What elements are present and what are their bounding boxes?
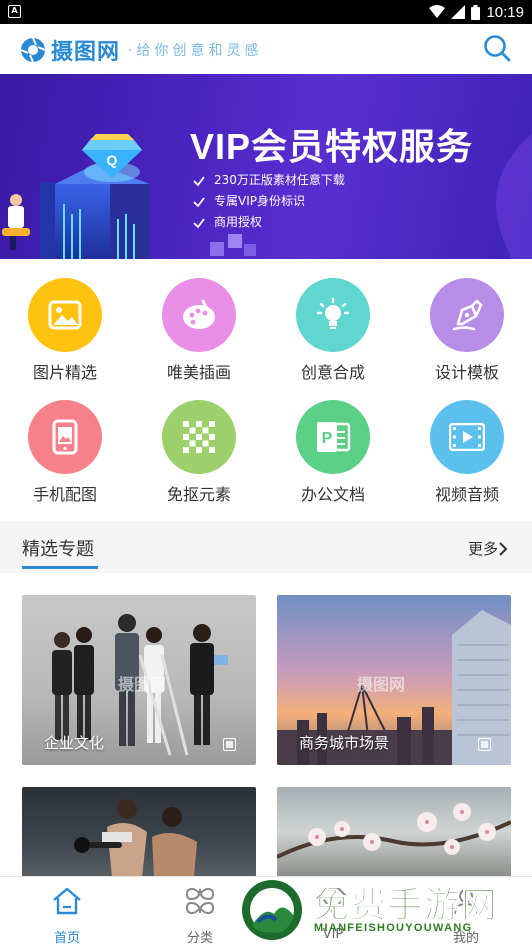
vip-banner[interactable]: Q VIP会员特权服务 230万正版素材任意下载 专属VIP身份标识 商用授权 (0, 74, 532, 259)
banner-cubes (210, 234, 256, 256)
status-bar: A 10:19 (0, 0, 532, 24)
blossom-photo (277, 803, 511, 859)
nav-label: 首页 (53, 931, 80, 946)
category-circle (162, 278, 236, 352)
topic-card-fitness[interactable] (22, 787, 256, 877)
banner-feature-text: 专属VIP身份标识 (214, 194, 305, 208)
category-item-media[interactable]: 视频音频 (402, 392, 532, 512)
gallery-icon (223, 738, 236, 751)
nav-category[interactable]: 分类 (160, 883, 240, 946)
category-label: 视频音频 (434, 485, 499, 504)
watermark-subtitle: MIANFEISHOUYOUWANG (314, 922, 473, 934)
phone-icon (52, 419, 78, 455)
category-label: 办公文档 (300, 485, 365, 504)
nav-home[interactable]: 首页 (27, 883, 107, 946)
app-header: 摄图网 ·给你创意和灵感 (0, 24, 532, 74)
image-icon (48, 300, 82, 330)
fitness-photo (74, 799, 197, 877)
section-underline (22, 566, 98, 569)
category-item-creative[interactable]: 创意合成 (268, 270, 401, 390)
svg-text:P: P (322, 430, 333, 447)
notification-icon: A (8, 5, 21, 18)
category-label: 图片精选 (32, 363, 97, 382)
category-circle (28, 278, 102, 352)
chevron-right-icon (499, 541, 508, 556)
featured-topics-header: 精选专题 更多 (0, 521, 532, 573)
category-circle (28, 400, 102, 474)
search-button[interactable] (482, 33, 512, 63)
banner-illustration: Q (2, 134, 150, 259)
banner-feature-text: 230万正版素材任意下载 (214, 173, 345, 187)
category-circle: P (296, 400, 370, 474)
topic-card-blossom[interactable] (277, 787, 511, 877)
watermark-logo-icon (240, 878, 304, 942)
site-watermark: 免费手游网 MIANFEISHOUYOUWANG (238, 874, 532, 946)
palette-icon (183, 299, 215, 329)
logo-text: 摄图网 (51, 39, 121, 65)
check-icon (193, 217, 205, 228)
category-item-phone[interactable]: 手机配图 (0, 392, 133, 512)
card-watermark: 摄图网 (357, 675, 406, 694)
search-icon (484, 35, 511, 62)
category-item-cutout[interactable]: 免抠元素 (134, 392, 267, 512)
check-icon (193, 196, 205, 207)
film-icon (449, 423, 485, 451)
category-circle (430, 400, 504, 474)
nav-label: 分类 (186, 931, 213, 946)
aperture-logo-icon (20, 37, 46, 63)
system-icons: 10:19 (429, 3, 524, 21)
category-label: 设计模板 (434, 363, 499, 382)
category-circle (296, 278, 370, 352)
banner-feature: 230万正版素材任意下载 (192, 170, 345, 191)
more-label: 更多 (467, 540, 498, 558)
clock: 10:19 (486, 3, 524, 21)
category-item-templates[interactable]: 设计模板 (402, 270, 532, 390)
category-item-illustration[interactable]: 唯美插画 (134, 270, 267, 390)
more-link[interactable]: 更多 (468, 538, 508, 559)
category-label: 唯美插画 (166, 363, 231, 382)
category-label: 创意合成 (300, 363, 365, 382)
signal-icon (451, 5, 466, 19)
topic-card-label: 商务城市场景 (299, 734, 390, 752)
category-icon (185, 887, 215, 915)
lightbulb-icon (316, 297, 350, 329)
ppt-icon: P (317, 422, 351, 452)
topic-card-label: 企业文化 (44, 734, 105, 752)
checker-icon (183, 421, 215, 453)
home-icon (53, 887, 81, 915)
category-circle (430, 278, 504, 352)
category-grid: 图片精选 唯美插画 创意合成 设计模板 手机配图 免抠元素 P 办公文档 视频音… (0, 270, 532, 510)
category-item-images[interactable]: 图片精选 (0, 270, 133, 390)
watermark-title: 免费手游网 (312, 885, 499, 927)
topic-card-city[interactable]: 摄图网 商务城市场景 (277, 595, 511, 765)
banner-swoosh (496, 134, 532, 259)
wifi-icon (429, 5, 446, 18)
check-icon (193, 175, 205, 186)
logo[interactable]: 摄图网 ·给你创意和灵感 (20, 34, 262, 66)
banner-title: VIP会员特权服务 (190, 126, 474, 167)
category-label: 免抠元素 (166, 485, 231, 504)
gallery-icon (478, 738, 491, 751)
logo-slogan: ·给你创意和灵感 (128, 43, 263, 59)
pen-icon (452, 299, 483, 331)
topic-card-corporate[interactable]: 摄图网 企业文化 (22, 595, 256, 765)
gem-letter: Q (107, 152, 118, 168)
card-watermark: 摄图网 (118, 675, 167, 694)
category-item-office[interactable]: P 办公文档 (268, 392, 401, 512)
category-circle (162, 400, 236, 474)
banner-feature: 专属VIP身份标识 (192, 191, 345, 212)
category-label: 手机配图 (32, 485, 97, 504)
section-title: 精选专题 (22, 539, 94, 560)
battery-icon (471, 4, 481, 20)
